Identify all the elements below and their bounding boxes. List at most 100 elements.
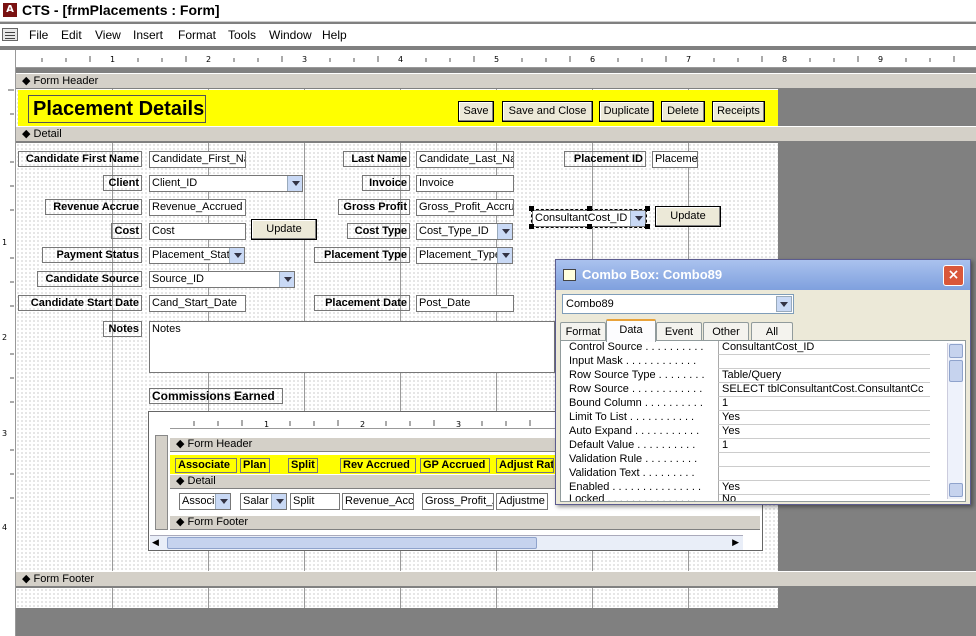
- notes-field[interactable]: Notes: [149, 321, 555, 373]
- label-cost[interactable]: Cost: [111, 223, 142, 239]
- menu-format[interactable]: Format: [178, 28, 216, 42]
- candidate-start-date-field[interactable]: Cand_Start_Date: [149, 295, 246, 312]
- menu-insert[interactable]: Insert: [133, 28, 163, 42]
- property-row[interactable]: Validation Text . . . . . . . . .: [563, 467, 948, 481]
- vertical-ruler[interactable]: 1 2 3 4: [0, 50, 16, 636]
- chevron-down-icon[interactable]: [287, 176, 302, 191]
- form-header-band[interactable]: ◆ Form Header: [16, 73, 976, 89]
- label-last-name[interactable]: Last Name: [343, 151, 410, 167]
- property-row[interactable]: Default Value . . . . . . . . . . 1: [563, 439, 948, 453]
- property-value[interactable]: ConsultantCost_ID: [718, 341, 930, 355]
- scroll-up-icon[interactable]: [949, 344, 963, 358]
- subform-adjust-rate-field[interactable]: Adjustme: [496, 493, 548, 510]
- scroll-thumb[interactable]: [949, 360, 963, 382]
- menu-window[interactable]: Window: [269, 28, 312, 42]
- label-candidate-first-name[interactable]: Candidate First Name: [18, 151, 142, 167]
- subform-label-split[interactable]: Split: [288, 458, 318, 473]
- scroll-right-icon[interactable]: ▶: [732, 538, 739, 548]
- selection-handle[interactable]: [529, 206, 534, 211]
- candidate-first-name-field[interactable]: Candidate_First_Na: [149, 151, 246, 168]
- tab-event[interactable]: Event: [656, 322, 702, 341]
- tab-all[interactable]: All: [751, 322, 793, 341]
- chevron-down-icon[interactable]: [279, 272, 294, 287]
- property-list-scrollbar[interactable]: [947, 343, 963, 499]
- label-payment-status[interactable]: Payment Status: [42, 247, 142, 263]
- close-icon[interactable]: ×: [943, 265, 964, 286]
- subform-plan-combo[interactable]: Salar: [240, 493, 287, 510]
- tab-data[interactable]: Data: [606, 319, 656, 342]
- last-name-field[interactable]: Candidate_Last_Na: [416, 151, 514, 168]
- label-revenue-accrue[interactable]: Revenue Accrue: [45, 199, 142, 215]
- save-button[interactable]: Save: [458, 101, 494, 122]
- property-row[interactable]: Bound Column . . . . . . . . . . 1: [563, 397, 948, 411]
- update-button-2[interactable]: Update: [655, 206, 721, 227]
- selection-handle[interactable]: [587, 224, 592, 229]
- label-placement-type[interactable]: Placement Type: [314, 247, 410, 263]
- label-client[interactable]: Client: [103, 175, 142, 191]
- subform-horizontal-scrollbar[interactable]: ◀ ▶: [150, 535, 743, 550]
- label-candidate-source[interactable]: Candidate Source: [37, 271, 142, 287]
- chevron-down-icon[interactable]: [630, 211, 645, 226]
- delete-button[interactable]: Delete: [661, 101, 705, 122]
- label-placement-id[interactable]: Placement ID: [564, 151, 646, 167]
- menu-edit[interactable]: Edit: [61, 28, 82, 42]
- scroll-left-icon[interactable]: ◀: [152, 538, 159, 548]
- property-value[interactable]: [718, 467, 930, 481]
- receipts-button[interactable]: Receipts: [712, 101, 765, 122]
- property-value[interactable]: Yes: [718, 411, 930, 425]
- access-app-icon[interactable]: A: [3, 3, 17, 17]
- selection-handle[interactable]: [645, 206, 650, 211]
- chevron-down-icon[interactable]: [776, 296, 792, 312]
- property-value[interactable]: SELECT tblConsultantCost.ConsultantCc: [718, 383, 930, 397]
- chevron-down-icon[interactable]: [215, 494, 230, 509]
- cost-type-combo[interactable]: Cost_Type_ID: [416, 223, 513, 240]
- property-sheet-dialog[interactable]: Combo Box: Combo89 × Combo89 Format Data…: [555, 259, 971, 505]
- property-value[interactable]: 1: [718, 439, 930, 453]
- placement-date-field[interactable]: Post_Date: [416, 295, 514, 312]
- subform-label-plan[interactable]: Plan: [240, 458, 270, 473]
- property-row[interactable]: Row Source . . . . . . . . . . . . SELECT…: [563, 383, 948, 397]
- client-combo[interactable]: Client_ID: [149, 175, 303, 192]
- scroll-thumb[interactable]: [167, 537, 537, 549]
- menu-tools[interactable]: Tools: [228, 28, 256, 42]
- form-footer-band[interactable]: ◆ Form Footer: [16, 571, 976, 587]
- menu-help[interactable]: Help: [322, 28, 347, 42]
- menu-file[interactable]: File: [29, 28, 48, 42]
- subform-label-gp-accrued[interactable]: GP Accrued: [420, 458, 490, 473]
- subform-label-adjust-rate[interactable]: Adjust Rat: [496, 458, 554, 473]
- chevron-down-icon[interactable]: [497, 224, 512, 239]
- label-notes[interactable]: Notes: [103, 321, 142, 337]
- property-row[interactable]: Row Source Type . . . . . . . . Table/Que…: [563, 369, 948, 383]
- property-row[interactable]: Locked . . . . . . . . . . . . . . . No: [563, 493, 948, 501]
- property-value[interactable]: No: [718, 493, 930, 501]
- subform-label-rev-accrued[interactable]: Rev Accrued: [340, 458, 416, 473]
- candidate-source-combo[interactable]: Source_ID: [149, 271, 295, 288]
- label-gross-profit[interactable]: Gross Profit: [338, 199, 410, 215]
- chevron-down-icon[interactable]: [271, 494, 286, 509]
- payment-status-combo[interactable]: Placement_Stat: [149, 247, 245, 264]
- detail-band[interactable]: ◆ Detail: [16, 126, 976, 142]
- label-commissions-earned[interactable]: Commissions Earned: [149, 388, 283, 404]
- invoice-field[interactable]: Invoice: [416, 175, 514, 192]
- property-row[interactable]: Auto Expand . . . . . . . . . . . Yes: [563, 425, 948, 439]
- property-value[interactable]: Table/Query: [718, 369, 930, 383]
- revenue-accrued-field[interactable]: Revenue_Accrued: [149, 199, 246, 216]
- form-footer-section[interactable]: [16, 588, 778, 608]
- selection-handle[interactable]: [645, 224, 650, 229]
- property-row[interactable]: Input Mask . . . . . . . . . . . .: [563, 355, 948, 369]
- placement-type-combo[interactable]: Placement_Type: [416, 247, 513, 264]
- gross-profit-field[interactable]: Gross_Profit_Accru: [416, 199, 514, 216]
- property-row[interactable]: Limit To List . . . . . . . . . . . Yes: [563, 411, 948, 425]
- page-title[interactable]: Placement Details: [28, 95, 206, 123]
- object-selector-combo[interactable]: Combo89: [562, 294, 794, 314]
- update-button[interactable]: Update: [251, 219, 317, 240]
- tab-other[interactable]: Other: [703, 322, 749, 341]
- scroll-down-icon[interactable]: [949, 483, 963, 497]
- subform-record-selector[interactable]: [155, 435, 168, 530]
- save-and-close-button[interactable]: Save and Close: [502, 101, 593, 122]
- placement-id-field[interactable]: Placemen: [652, 151, 698, 168]
- property-row[interactable]: Validation Rule . . . . . . . . .: [563, 453, 948, 467]
- label-candidate-start-date[interactable]: Candidate Start Date: [18, 295, 142, 311]
- form-document-icon[interactable]: [2, 28, 18, 41]
- property-value[interactable]: [718, 355, 930, 369]
